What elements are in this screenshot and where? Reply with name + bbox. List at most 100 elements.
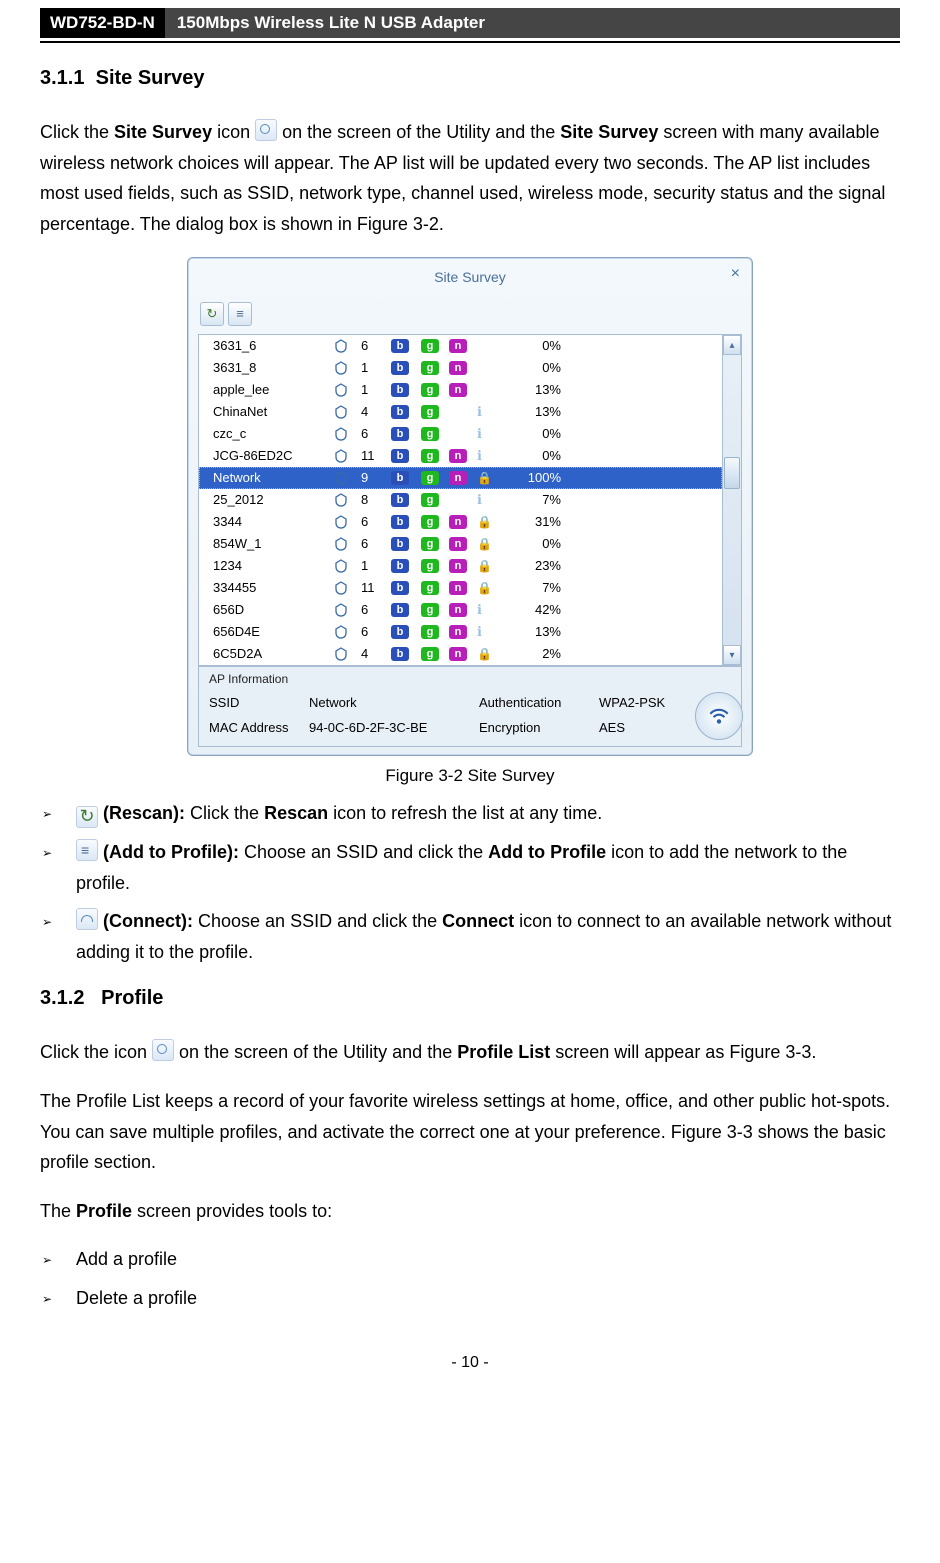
dialog-toolbar: ↻ ≡ [190,298,750,334]
scrollbar[interactable]: ▴ ▾ [722,335,742,665]
signal-cell: 31% [499,511,569,533]
mode-g-icon: g [421,339,439,353]
security-icon: 🔒 [477,533,499,555]
ssid-cell: 1234 [213,555,333,577]
security-icon: ℹ [477,599,499,621]
ssid-cell: apple_lee [213,379,333,401]
table-row[interactable]: 25_20128bgℹ7% [199,489,722,511]
security-icon: ℹ [477,445,499,467]
ssid-cell: Network [213,467,333,489]
rescan-button[interactable]: ↻ [200,302,224,326]
ap-list[interactable]: 3631_66bgn0%3631_81bgn0%apple_lee1bgn13%… [199,335,722,665]
mode-b-icon: b [391,603,409,617]
scroll-up-button[interactable]: ▴ [723,335,741,355]
ssid-cell: 3344 [213,511,333,533]
table-row[interactable]: 656D6bgnℹ42% [199,599,722,621]
table-row[interactable]: apple_lee1bgn13% [199,379,722,401]
mode-n-icon: n [449,515,467,529]
mode-b-icon: b [391,427,409,441]
ssid-cell: 3631_8 [213,357,333,379]
mode-b-icon: b [391,559,409,573]
ap-info-heading: AP Information [199,669,741,691]
table-row[interactable]: JCG-86ED2C11bgnℹ0% [199,445,722,467]
ssid-cell: 6C5D2A [213,643,333,665]
table-row[interactable]: 33446bgn🔒31% [199,511,722,533]
table-row[interactable]: 33445511bgn🔒7% [199,577,722,599]
table-row[interactable]: czc_c6bgℹ0% [199,423,722,445]
mode-g-icon: g [421,581,439,595]
network-type-icon [333,536,349,552]
scroll-track[interactable] [723,355,741,645]
header-divider [40,41,900,43]
network-type-icon [333,580,349,596]
profile-paragraph-2: The Profile List keeps a record of your … [40,1086,900,1178]
signal-cell: 23% [499,555,569,577]
table-row[interactable]: 6C5D2A4bgn🔒2% [199,643,722,665]
section-heading-profile: 3.1.2 Profile [40,981,900,1015]
mode-g-icon: g [421,625,439,639]
table-row[interactable]: Network9bgn🔒100% [199,467,722,489]
mode-n-icon: n [449,471,467,485]
channel-cell: 8 [361,489,391,511]
bullet-rescan: ➢ ↻ (Rescan): Click the Rescan icon to r… [40,798,900,829]
ssid-cell: czc_c [213,423,333,445]
table-row[interactable]: 3631_81bgn0% [199,357,722,379]
mode-g-icon: g [421,427,439,441]
scroll-thumb[interactable] [724,457,740,489]
channel-cell: 6 [361,533,391,555]
table-row[interactable]: 656D4E6bgnℹ13% [199,621,722,643]
mode-g-icon: g [421,559,439,573]
channel-cell: 6 [361,599,391,621]
mode-b-icon: b [391,339,409,353]
ssid-value: Network [309,692,479,714]
table-row[interactable]: ChinaNet4bgℹ13% [199,401,722,423]
table-row[interactable]: 3631_66bgn0% [199,335,722,357]
close-icon[interactable]: × [731,266,740,282]
security-icon: ℹ [477,621,499,643]
channel-cell: 4 [361,643,391,665]
section-heading-site-survey: 3.1.1 Site Survey [40,61,900,95]
mode-n-icon: n [449,339,467,353]
signal-cell: 0% [499,445,569,467]
mode-n-icon: n [449,361,467,375]
bullet-add-profile: ➢ Add a profile [40,1244,900,1275]
scroll-down-button[interactable]: ▾ [723,645,741,665]
ssid-cell: ChinaNet [213,401,333,423]
mode-b-icon: b [391,449,409,463]
page-header: WD752-BD-N 150Mbps Wireless Lite N USB A… [40,8,900,38]
table-row[interactable]: 854W_16bgn🔒0% [199,533,722,555]
channel-cell: 1 [361,555,391,577]
security-icon: 🔒 [477,467,499,489]
ssid-cell: 25_2012 [213,489,333,511]
ssid-cell: 656D [213,599,333,621]
mac-label: MAC Address [209,717,309,739]
network-type-icon [333,426,349,442]
rescan-icon: ↻ [76,806,98,828]
add-to-profile-button[interactable]: ≡ [228,302,252,326]
channel-cell: 6 [361,511,391,533]
table-row[interactable]: 12341bgn🔒23% [199,555,722,577]
bullet-delete-profile: ➢ Delete a profile [40,1283,900,1314]
connect-icon [76,908,98,930]
mode-g-icon: g [421,515,439,529]
ssid-cell: 656D4E [213,621,333,643]
dialog-title: Site Survey × [190,260,750,298]
network-type-icon [333,646,349,662]
site-survey-dialog: Site Survey × ↻ ≡ 3631_66bgn0%3631_81bgn… [187,257,753,755]
enc-value: AES [599,717,689,739]
auth-value: WPA2-PSK [599,692,689,714]
security-icon: ℹ [477,423,499,445]
profile-icon [152,1039,174,1061]
mode-g-icon: g [421,361,439,375]
profile-paragraph-3: The Profile screen provides tools to: [40,1196,900,1227]
signal-cell: 0% [499,423,569,445]
mode-n-icon: n [449,449,467,463]
ap-info-panel: AP Information SSID Network Authenticati… [198,666,742,746]
channel-cell: 6 [361,335,391,357]
mode-g-icon: g [421,405,439,419]
connect-button[interactable] [695,692,743,740]
signal-cell: 13% [499,401,569,423]
mode-b-icon: b [391,361,409,375]
mode-b-icon: b [391,581,409,595]
signal-cell: 0% [499,533,569,555]
